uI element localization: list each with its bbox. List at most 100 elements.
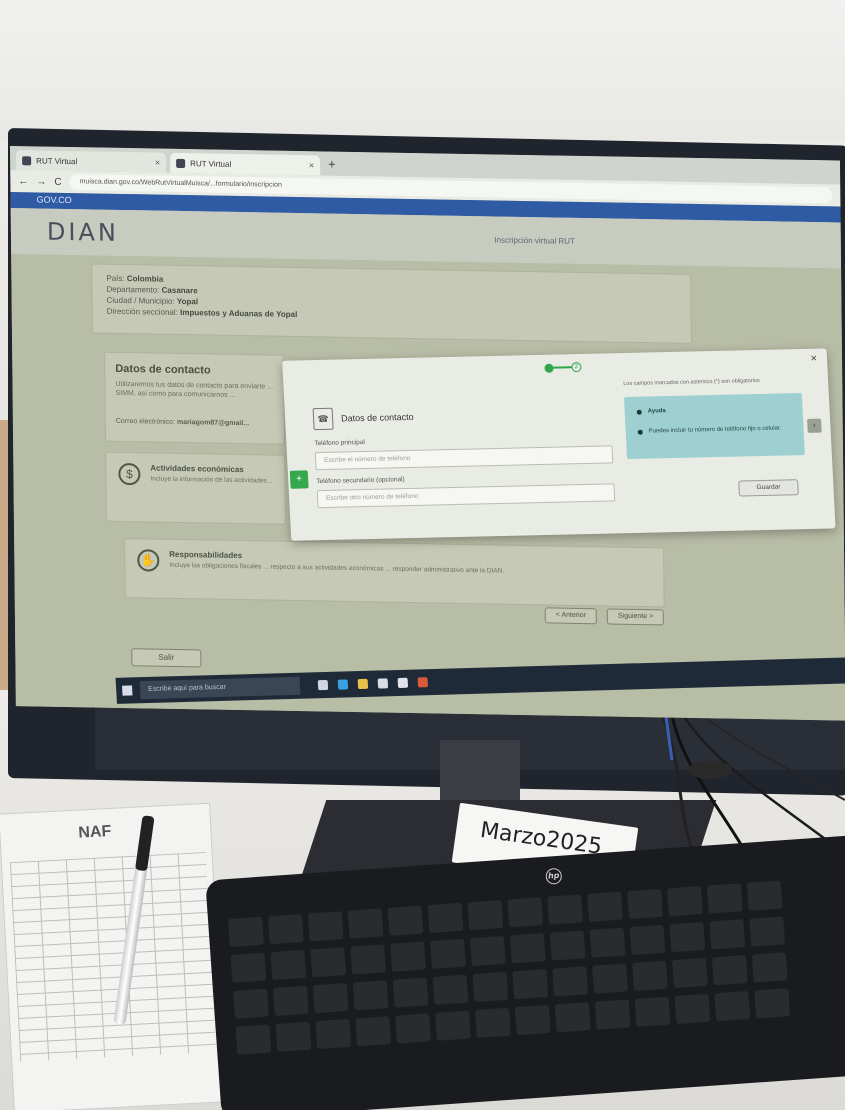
reload-icon[interactable]: C — [54, 176, 61, 187]
key[interactable] — [472, 971, 509, 1003]
key[interactable] — [507, 897, 544, 928]
key[interactable] — [554, 1002, 591, 1033]
store-icon[interactable] — [377, 678, 389, 689]
forward-icon[interactable]: → — [36, 176, 46, 187]
key[interactable] — [549, 930, 586, 961]
key[interactable] — [469, 935, 506, 967]
task-view-icon[interactable] — [317, 679, 329, 691]
camera-icon[interactable] — [397, 677, 409, 688]
key[interactable] — [390, 941, 426, 972]
key[interactable] — [509, 933, 546, 964]
key[interactable] — [427, 902, 464, 934]
field2-label: Teléfono secundario (opcional) — [316, 476, 405, 486]
key[interactable] — [275, 1021, 312, 1052]
required-fields-note: Los campos marcados con asterisco (*) so… — [623, 377, 760, 388]
key[interactable] — [267, 913, 304, 945]
key[interactable] — [352, 980, 389, 1011]
key[interactable] — [674, 993, 711, 1025]
key[interactable] — [706, 883, 743, 914]
key[interactable] — [594, 999, 631, 1030]
key[interactable] — [435, 1010, 471, 1041]
activities-card[interactable]: $ Actividades económicas Incluye la info… — [105, 451, 286, 525]
modal-stepper: 2 — [544, 361, 582, 373]
key[interactable] — [467, 899, 504, 931]
key[interactable] — [233, 988, 269, 1019]
key[interactable] — [347, 908, 384, 939]
paper-form-logo: NAF — [77, 822, 112, 842]
dian-logo[interactable]: DIAN — [47, 218, 119, 247]
key[interactable] — [312, 982, 349, 1014]
key[interactable] — [709, 919, 746, 950]
new-tab-icon[interactable]: + — [324, 155, 340, 175]
key[interactable] — [632, 960, 668, 991]
key[interactable] — [395, 1013, 432, 1044]
taskbar-search[interactable]: Escribe aquí para buscar — [139, 676, 301, 700]
key[interactable] — [714, 990, 751, 1022]
key[interactable] — [235, 1024, 272, 1055]
step-navigation: < Anterior Siguiente > — [544, 607, 665, 626]
favicon-icon — [176, 158, 186, 168]
key[interactable] — [751, 952, 788, 983]
key[interactable] — [315, 1018, 352, 1050]
key[interactable] — [592, 963, 629, 994]
key[interactable] — [272, 985, 309, 1017]
collapse-help-icon[interactable]: › — [807, 418, 822, 433]
key[interactable] — [430, 938, 466, 969]
add-icon[interactable]: + — [289, 470, 309, 489]
key[interactable] — [754, 988, 791, 1019]
key[interactable] — [547, 894, 584, 925]
contact-card[interactable]: Datos de contacto Utilizaremos tus datos… — [104, 351, 286, 445]
key[interactable] — [629, 924, 666, 956]
key[interactable] — [552, 966, 589, 997]
key[interactable] — [474, 1007, 511, 1039]
key[interactable] — [310, 947, 347, 978]
key[interactable] — [634, 996, 671, 1027]
key[interactable] — [512, 969, 549, 1000]
secondary-phone-input[interactable]: Escribe otro número de teléfono — [316, 483, 616, 509]
close-icon[interactable]: × — [810, 353, 817, 365]
folder-icon[interactable] — [357, 678, 369, 690]
save-button[interactable]: Guardar — [738, 479, 799, 497]
close-icon[interactable]: × — [309, 160, 314, 170]
taskbar-apps — [317, 677, 429, 691]
key[interactable] — [227, 916, 264, 948]
key[interactable] — [230, 952, 267, 983]
photo-scene: hp RUT Virtual × RUT Virtual × + ← → — [0, 0, 845, 1110]
step-dot-active — [544, 363, 554, 373]
key[interactable] — [666, 886, 703, 917]
key[interactable] — [514, 1004, 551, 1036]
key[interactable] — [589, 927, 626, 958]
help-item: Puedes incluir tu número de teléfono fij… — [648, 425, 782, 435]
responsibilities-card[interactable]: ✋ Responsabilidades Incluye las obligaci… — [124, 538, 665, 608]
key[interactable] — [669, 921, 706, 953]
primary-phone-input[interactable]: Escribe el número de teléfono — [314, 445, 614, 471]
exit-button[interactable]: Salir — [131, 648, 202, 668]
close-icon[interactable]: × — [155, 158, 160, 168]
windows-start-icon[interactable] — [121, 685, 133, 696]
browser-tab-active[interactable]: RUT Virtual × — [170, 152, 321, 176]
key[interactable] — [746, 880, 783, 911]
edge-icon[interactable] — [337, 679, 349, 690]
key[interactable] — [387, 905, 424, 936]
email-line: Correo electrónico: mariagom87@gmail... — [115, 417, 250, 428]
money-icon: $ — [118, 462, 141, 486]
office-icon[interactable] — [417, 677, 429, 688]
monitor-screen: RUT Virtual × RUT Virtual × + ← → C muis… — [10, 146, 845, 721]
key[interactable] — [432, 974, 469, 1005]
key[interactable] — [749, 916, 786, 947]
key[interactable] — [307, 911, 344, 942]
key[interactable] — [627, 888, 663, 920]
next-button[interactable]: Siguiente > — [606, 608, 665, 626]
key[interactable] — [355, 1016, 392, 1047]
previous-button[interactable]: < Anterior — [544, 607, 598, 625]
key[interactable] — [350, 944, 387, 975]
key[interactable] — [270, 949, 307, 981]
key[interactable] — [671, 957, 708, 989]
contact-modal: 2 × ☎ Datos de contacto + Teléfono princ… — [282, 348, 836, 541]
browser-tab[interactable]: RUT Virtual × — [16, 150, 167, 173]
key[interactable] — [711, 955, 748, 986]
key[interactable] — [392, 977, 429, 1008]
back-icon[interactable]: ← — [18, 176, 28, 187]
key[interactable] — [587, 891, 623, 922]
help-bullet-icon — [637, 429, 643, 435]
